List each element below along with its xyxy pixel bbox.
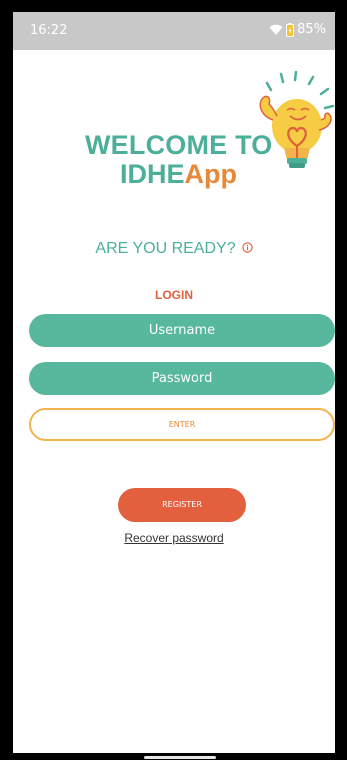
ready-prompt: ARE YOU READY? xyxy=(13,240,335,258)
battery-percent: 85% xyxy=(297,22,326,37)
app-screen: 16:22 85% WELCOME TO IDHEApp ARE YOU REA… xyxy=(13,12,335,753)
ready-text: ARE YOU READY? xyxy=(95,240,236,257)
lightbulb-mascot-icon xyxy=(259,70,335,168)
info-icon[interactable] xyxy=(241,242,253,253)
status-bar: 16:22 85% xyxy=(13,12,335,50)
brand-part-app: App xyxy=(184,159,237,189)
register-button[interactable]: REGISTER xyxy=(118,488,246,522)
navigation-handle[interactable] xyxy=(144,756,216,759)
username-field[interactable]: Username xyxy=(29,314,335,347)
status-icons: 85% xyxy=(269,22,326,37)
enter-button[interactable]: ENTER xyxy=(29,408,335,441)
battery-icon xyxy=(286,22,295,37)
brand-part-idhe: IDHE xyxy=(120,159,185,189)
wifi-icon xyxy=(269,24,283,35)
welcome-title: WELCOME TO xyxy=(85,130,273,160)
recover-password-link[interactable]: Recover password xyxy=(13,531,335,545)
device-frame: 16:22 85% WELCOME TO IDHEApp ARE YOU REA… xyxy=(0,0,347,760)
app-brand-title: IDHEApp xyxy=(120,159,237,190)
password-field[interactable]: Password xyxy=(29,362,335,395)
status-time: 16:22 xyxy=(30,23,68,38)
login-heading: LOGIN xyxy=(155,288,193,302)
